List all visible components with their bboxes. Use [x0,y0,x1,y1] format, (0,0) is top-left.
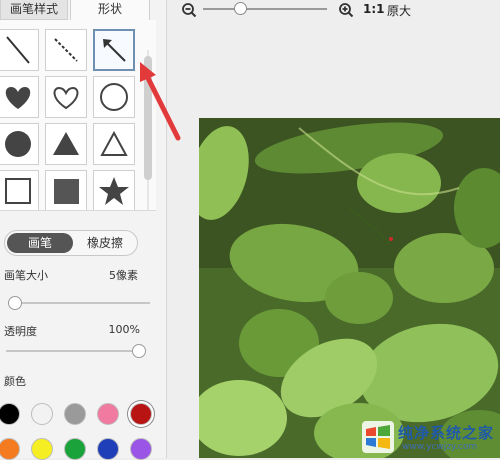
tool-panel: 画笔样式 形状 画笔 橡皮擦 画笔大小 5像素 透明度 100% 颜色 [0,0,167,460]
shape-heart-outline-button[interactable] [45,76,87,118]
shape-circle-filled-button[interactable] [0,123,39,165]
color-swatch[interactable] [97,438,119,460]
color-swatch[interactable] [130,403,152,425]
eraser-mode-button[interactable]: 橡皮擦 [75,233,135,253]
opacity-value: 100% [108,323,140,336]
triangle-filled-icon [53,132,79,155]
heart-outline-icon [53,86,79,110]
zoom-bar: 1:1 原大 [167,0,500,20]
tab-shape[interactable]: 形状 [70,0,150,20]
actual-size-button[interactable]: 原大 [387,2,411,19]
color-swatch[interactable] [130,438,152,460]
square-outline-icon [5,178,31,204]
slider-knob[interactable] [8,296,23,310]
shape-square-filled-button[interactable] [45,170,87,210]
slider-knob[interactable] [132,344,146,358]
opacity-slider[interactable] [6,344,146,358]
shape-circle-outline-button[interactable] [93,76,135,118]
color-swatch[interactable] [31,438,53,460]
opacity-label: 透明度 [4,325,37,338]
slider-track [6,350,139,352]
dashed-line-icon [54,38,78,62]
shape-line-button[interactable] [0,29,39,71]
color-swatch[interactable] [64,403,86,425]
zoom-slider-track [203,8,327,10]
color-swatch[interactable] [31,403,53,425]
circle-filled-icon [5,131,31,157]
shape-scrollbar[interactable] [144,50,152,210]
zoom-slider-knob[interactable] [234,2,248,15]
mode-toggle: 画笔 橡皮擦 [4,230,138,256]
brush-mode-button[interactable]: 画笔 [7,233,73,253]
arrow-icon [103,39,126,62]
canvas-area: 1:1 原大 [167,0,500,458]
color-swatch[interactable] [0,438,20,460]
tool-tabs: 画笔样式 形状 [0,0,166,20]
color-swatch[interactable] [0,403,20,425]
shape-dashed-line-button[interactable] [45,29,87,71]
star-filled-icon [99,177,129,205]
heart-filled-icon [5,87,31,109]
color-swatch[interactable] [64,438,86,460]
color-swatch[interactable] [97,403,119,425]
brush-size-label: 画笔大小 [4,269,48,282]
scrollbar-thumb[interactable] [144,56,152,180]
square-filled-icon [54,179,79,204]
shape-square-outline-button[interactable] [0,170,39,210]
shape-heart-filled-button[interactable] [0,76,39,118]
watermark-url: www.ycwjzy.com [402,442,478,452]
zoom-slider[interactable] [203,2,327,16]
brush-size-slider[interactable] [8,296,150,310]
color-label: 颜色 [4,375,26,388]
canvas-image[interactable] [199,118,500,458]
shape-grid [0,20,156,211]
windows-logo-icon [362,421,394,453]
brush-size-value: 5像素 [109,269,138,282]
watermark: 纯净系统之家 www.ycwjzy.com [362,420,496,456]
shape-triangle-outline-button[interactable] [93,123,135,165]
shape-triangle-filled-button[interactable] [45,123,87,165]
tab-brush-style[interactable]: 画笔样式 [0,0,68,20]
circle-outline-icon [100,83,128,111]
slider-track [8,302,150,304]
watermark-title: 纯净系统之家 [398,424,495,442]
mint-leaves-photo [199,118,500,458]
zoom-out-icon[interactable] [181,2,197,18]
zoom-ratio-button[interactable]: 1:1 [363,2,385,16]
zoom-in-icon[interactable] [338,2,354,18]
shape-arrow-button[interactable] [93,29,135,71]
line-icon [6,36,30,64]
triangle-outline-icon [100,130,128,156]
shape-star-filled-button[interactable] [93,170,135,210]
